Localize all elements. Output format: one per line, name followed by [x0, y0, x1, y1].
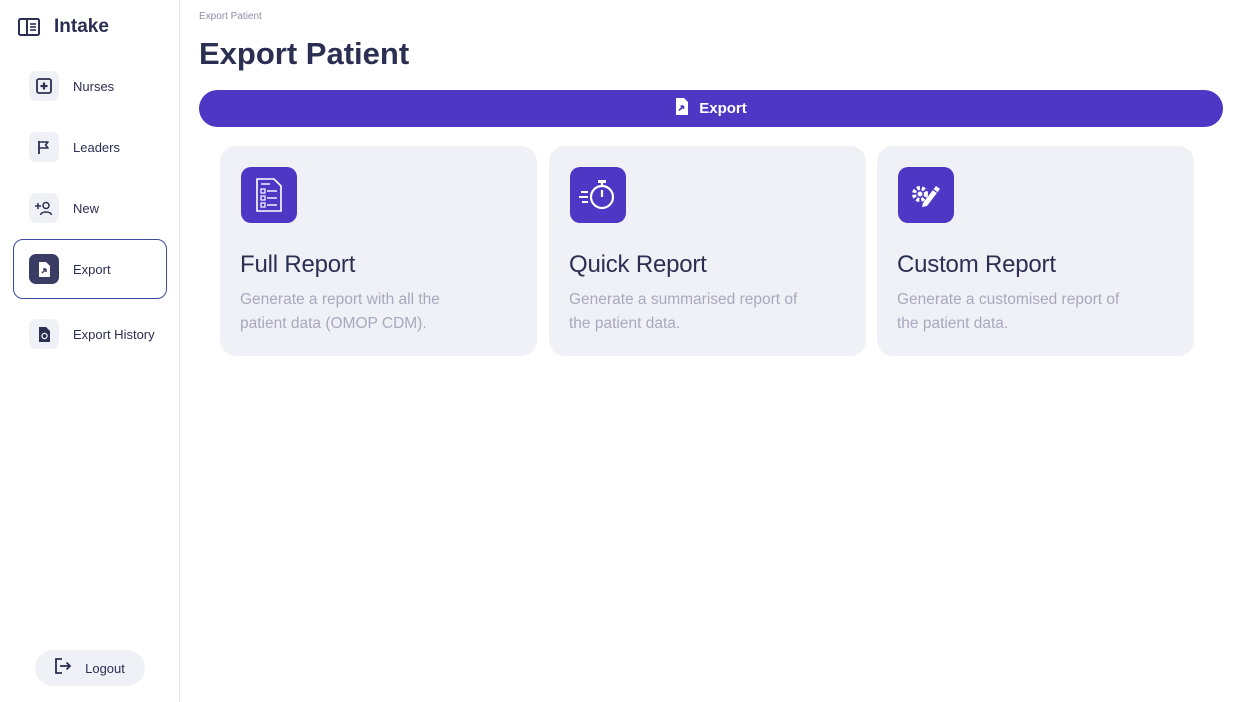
sidebar-item-nurses[interactable]: Nurses — [13, 56, 167, 116]
export-button-label: Export — [699, 100, 747, 117]
file-history-icon — [29, 319, 59, 349]
sidebar-item-label: Nurses — [73, 78, 115, 94]
add-user-icon — [29, 193, 59, 223]
sidebar: Intake Nurses Leaders New Export Export … — [0, 0, 180, 702]
app-title: Intake — [54, 16, 109, 37]
logout-label: Logout — [85, 660, 125, 676]
sidebar-item-new[interactable]: New — [13, 178, 167, 238]
stopwatch-icon — [570, 167, 626, 223]
brand: Intake — [18, 16, 109, 38]
page-title: Export Patient — [199, 36, 410, 71]
logout-button[interactable]: Logout — [35, 650, 145, 686]
card-description: Generate a summarised report of the pati… — [569, 291, 798, 332]
sidebar-item-leaders[interactable]: Leaders — [13, 117, 167, 177]
sidebar-item-label: Export — [73, 261, 111, 277]
sidebar-item-label: New — [73, 200, 100, 216]
checklist-document-icon — [241, 167, 297, 223]
custom-report-card[interactable]: Custom Report Generate a customised repo… — [877, 146, 1194, 356]
full-report-card[interactable]: Full Report Generate a report with all t… — [220, 146, 537, 356]
book-icon — [18, 17, 40, 37]
file-export-icon — [29, 254, 59, 284]
flag-icon — [29, 132, 59, 162]
gear-pencil-icon — [898, 167, 954, 223]
card-title: Custom Report — [897, 251, 1056, 278]
sidebar-item-label: Export History — [73, 326, 155, 342]
sidebar-item-export[interactable]: Export — [13, 239, 167, 299]
card-description: Generate a report with all the patient d… — [240, 291, 440, 332]
sidebar-item-label: Leaders — [73, 139, 120, 155]
card-title: Full Report — [240, 251, 356, 278]
card-description: Generate a customised report of the pati… — [897, 291, 1120, 332]
sidebar-item-export-history[interactable]: Export History — [13, 304, 167, 364]
card-title: Quick Report — [569, 251, 707, 278]
plus-box-icon — [29, 71, 59, 101]
breadcrumb[interactable]: Export Patient — [199, 11, 262, 22]
export-button[interactable]: Export — [199, 90, 1223, 127]
quick-report-card[interactable]: Quick Report Generate a summarised repor… — [549, 146, 866, 356]
file-export-icon — [675, 97, 689, 120]
logout-icon — [55, 657, 73, 679]
